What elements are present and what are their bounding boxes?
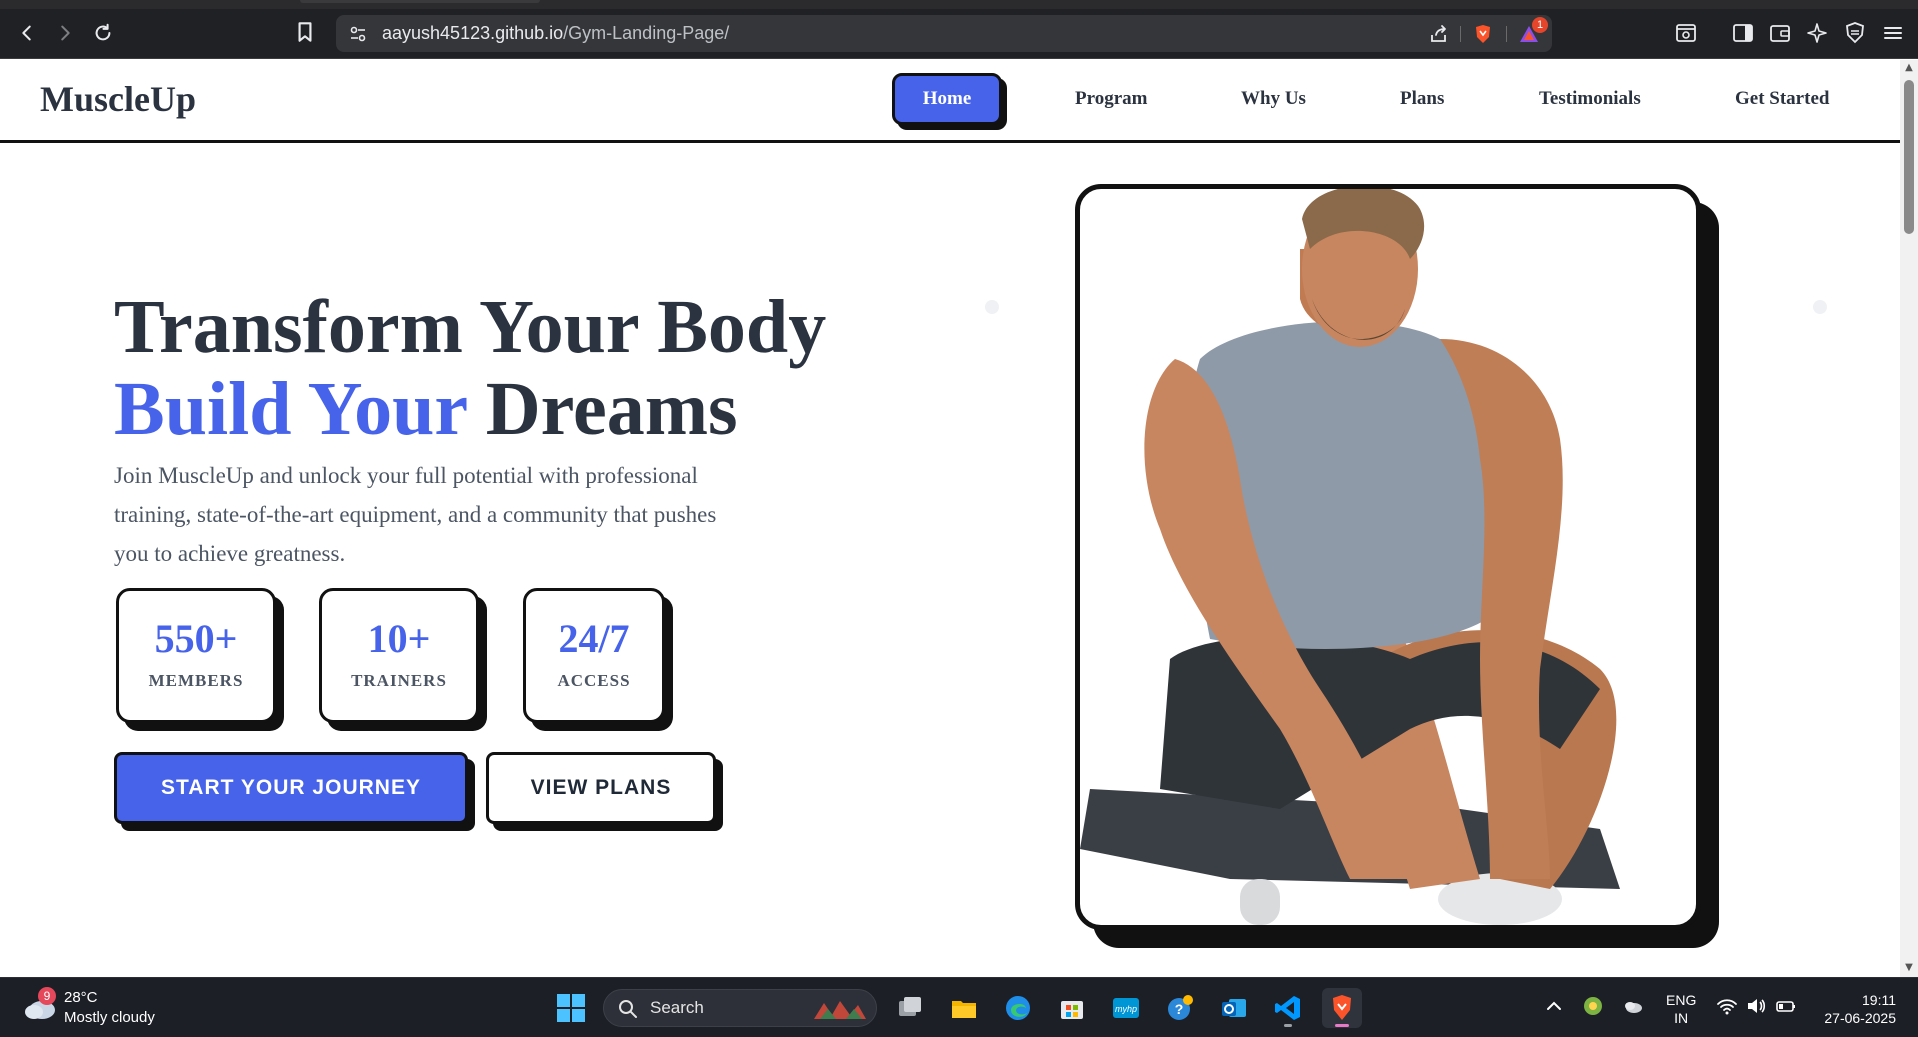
- search-highlight-icon: [812, 997, 868, 1021]
- active-tab-edge[interactable]: [300, 0, 540, 3]
- battery-icon[interactable]: [1775, 995, 1797, 1017]
- wallet-icon[interactable]: [1767, 20, 1793, 46]
- tray-app-icon[interactable]: [1582, 995, 1604, 1017]
- address-bar[interactable]: aayush45123.github.io/Gym-Landing-Page/ …: [336, 15, 1552, 52]
- weather-desc[interactable]: Mostly cloudy: [64, 1009, 155, 1026]
- myhp-icon[interactable]: myhp: [1106, 988, 1146, 1028]
- stat-card-members: 550+ MEMBERS: [116, 588, 276, 723]
- nav-why-us-link[interactable]: Why Us: [1241, 88, 1306, 110]
- file-explorer-icon[interactable]: [944, 988, 984, 1028]
- site-navbar: MuscleUp Home Program Why Us Plans Testi…: [0, 60, 1900, 143]
- svg-text:myhp: myhp: [1115, 1004, 1137, 1014]
- decor-dot: [1813, 300, 1827, 314]
- athlete-illustration: [1080, 189, 1696, 925]
- vscode-icon[interactable]: [1268, 988, 1308, 1028]
- site-settings-icon[interactable]: [348, 24, 368, 44]
- sidebar-icon[interactable]: [1730, 20, 1756, 46]
- screenshot-icon[interactable]: [1673, 20, 1699, 46]
- svg-text:?: ?: [1175, 1001, 1184, 1017]
- forward-icon[interactable]: [50, 18, 80, 48]
- language-code: ENG: [1666, 992, 1697, 1008]
- clock[interactable]: 19:11 27-06-2025: [1824, 991, 1896, 1027]
- chevron-up-icon[interactable]: [1543, 995, 1565, 1017]
- start-journey-button[interactable]: START YOUR JOURNEY: [114, 752, 468, 824]
- weather-badge: 9: [38, 987, 56, 1005]
- brave-shields-icon[interactable]: [1472, 23, 1494, 45]
- edge-browser-icon[interactable]: [998, 988, 1038, 1028]
- wifi-icon[interactable]: [1716, 995, 1738, 1017]
- microsoft-store-icon[interactable]: [1052, 988, 1092, 1028]
- scroll-thumb[interactable]: [1904, 80, 1914, 234]
- clock-date: 27-06-2025: [1824, 1010, 1896, 1026]
- page-viewport: MuscleUp Home Program Why Us Plans Testi…: [0, 60, 1900, 977]
- site-logo[interactable]: MuscleUp: [40, 78, 196, 120]
- windows-taskbar: 9 28°C Mostly cloudy Search myhp ? ENG I…: [0, 977, 1918, 1037]
- menu-icon[interactable]: [1880, 20, 1906, 46]
- url-host: aayush45123.github.io: [382, 23, 564, 43]
- volume-icon[interactable]: [1745, 995, 1767, 1017]
- weather-temp[interactable]: 28°C: [64, 989, 98, 1006]
- task-view-icon[interactable]: [890, 988, 930, 1028]
- hero-title-accent: Build Your: [114, 367, 467, 451]
- back-icon[interactable]: [12, 18, 42, 48]
- vpn-icon[interactable]: [1842, 20, 1868, 46]
- hero-title-line1: Transform Your Body: [114, 285, 827, 369]
- nav-program-link[interactable]: Program: [1075, 88, 1147, 110]
- stat-label: ACCESS: [557, 671, 631, 690]
- omnibox-separator: [1460, 26, 1461, 42]
- nav-plans-link[interactable]: Plans: [1400, 88, 1444, 110]
- stat-card-access: 24/7 ACCESS: [523, 588, 665, 723]
- browser-toolbar: aayush45123.github.io/Gym-Landing-Page/ …: [0, 0, 1918, 59]
- scroll-up-icon[interactable]: ▲: [1903, 62, 1915, 74]
- taskbar-search[interactable]: Search: [603, 989, 877, 1027]
- reload-icon[interactable]: [88, 18, 118, 48]
- windows-start-icon[interactable]: [555, 992, 587, 1024]
- get-help-icon[interactable]: ?: [1160, 988, 1200, 1028]
- rewards-badge: 1: [1532, 17, 1548, 33]
- stat-value: 550+: [154, 616, 238, 661]
- brave-rewards-icon[interactable]: 1: [1518, 17, 1548, 45]
- stat-value: 24/7: [558, 616, 630, 661]
- hero-title: Transform Your Body Build Your Dreams: [114, 286, 826, 450]
- search-icon: [618, 999, 638, 1019]
- nav-get-started-link[interactable]: Get Started: [1735, 88, 1829, 110]
- onedrive-icon[interactable]: [1622, 995, 1644, 1017]
- stat-label: TRAINERS: [351, 671, 447, 690]
- leo-ai-icon[interactable]: [1804, 20, 1830, 46]
- hero-athlete-image: [1075, 184, 1701, 930]
- stat-value: 10+: [367, 616, 431, 661]
- scroll-down-icon[interactable]: ▼: [1903, 962, 1915, 974]
- nav-home-button[interactable]: Home: [892, 73, 1002, 125]
- hero-description: Join MuscleUp and unlock your full poten…: [114, 463, 717, 566]
- running-indicator: [1335, 1024, 1349, 1027]
- hero-title-line2: Build Your Dreams: [114, 368, 826, 450]
- outlook-icon[interactable]: [1214, 988, 1254, 1028]
- search-label: Search: [650, 998, 704, 1017]
- decor-dot: [985, 300, 999, 314]
- page-scrollbar[interactable]: ▲ ▼: [1900, 60, 1918, 977]
- share-icon[interactable]: [1428, 23, 1450, 45]
- url-path: /Gym-Landing-Page/: [563, 23, 730, 43]
- nav-testimonials-link[interactable]: Testimonials: [1539, 88, 1641, 110]
- omnibox-separator-2: [1506, 26, 1507, 42]
- region-code: IN: [1674, 1010, 1689, 1026]
- clock-time: 19:11: [1862, 992, 1896, 1008]
- language-indicator[interactable]: ENG IN: [1666, 991, 1696, 1027]
- view-plans-button[interactable]: VIEW PLANS: [486, 752, 716, 824]
- running-indicator: [1284, 1024, 1292, 1027]
- tab-strip: [0, 0, 1918, 9]
- bookmark-icon[interactable]: [292, 19, 322, 49]
- hero-title-rest: Dreams: [466, 367, 738, 451]
- stat-label: MEMBERS: [148, 671, 244, 690]
- brave-browser-icon[interactable]: [1322, 988, 1362, 1028]
- url-text[interactable]: aayush45123.github.io/Gym-Landing-Page/: [382, 23, 729, 44]
- stat-card-trainers: 10+ TRAINERS: [319, 588, 479, 723]
